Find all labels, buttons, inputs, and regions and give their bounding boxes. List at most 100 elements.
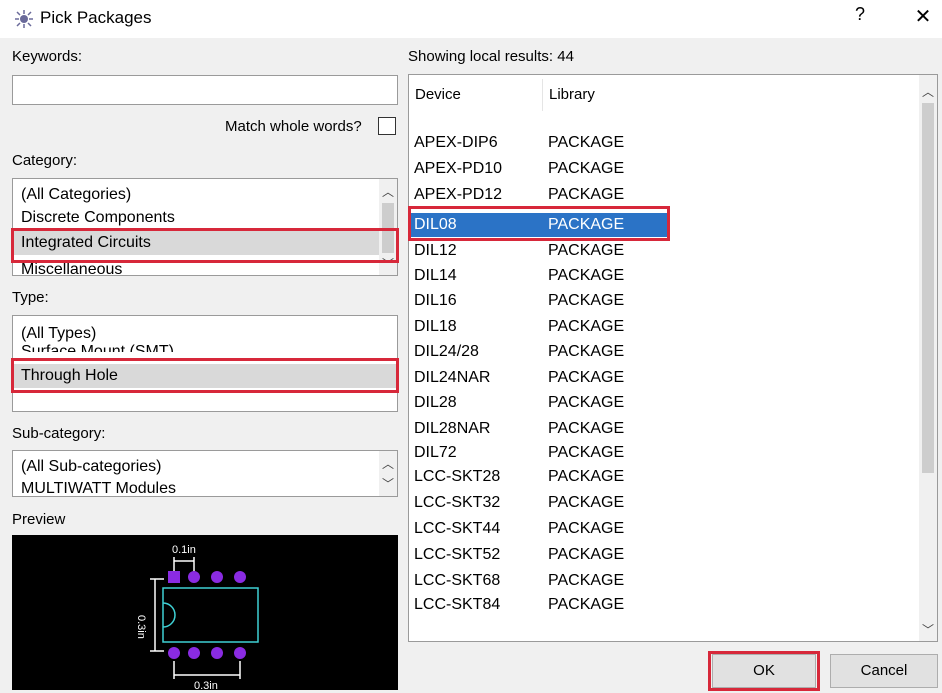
match-whole-words-checkbox[interactable] (378, 117, 396, 135)
help-button[interactable]: ? (848, 4, 872, 25)
library-cell: PACKAGE (548, 572, 625, 589)
category-item-selected[interactable]: Integrated Circuits (13, 231, 379, 255)
scroll-down-icon[interactable]: ﹀ (379, 475, 397, 492)
device-cell: DIL12 (414, 242, 457, 259)
library-cell: PACKAGE (548, 546, 625, 563)
library-cell: PACKAGE (548, 318, 625, 335)
library-cell: PACKAGE (548, 216, 625, 233)
result-row[interactable]: LCC-SKT68 PACKAGE (409, 569, 669, 593)
pad (211, 647, 223, 659)
library-cell: PACKAGE (548, 186, 625, 203)
result-row[interactable]: DIL72 PACKAGE (409, 441, 669, 465)
pad (168, 647, 180, 659)
result-row[interactable]: DIL28 PACKAGE (409, 391, 669, 415)
scroll-up-icon[interactable]: ︿ (919, 83, 937, 100)
subcategory-scrollbar[interactable]: ︿ ﹀ (379, 451, 397, 496)
result-row[interactable]: DIL24NAR PACKAGE (409, 366, 669, 390)
library-cell: PACKAGE (548, 242, 625, 259)
category-scrollbar[interactable]: ︿ ﹀ (379, 179, 397, 275)
result-row[interactable]: LCC-SKT32 PACKAGE (409, 491, 669, 515)
preview-canvas: 0.1in 0.3in 0.3in (12, 535, 398, 690)
device-cell: DIL28NAR (414, 420, 491, 437)
device-cell: DIL28 (414, 394, 457, 411)
device-cell: LCC-SKT32 (414, 494, 501, 511)
type-item-selected[interactable]: Through Hole (13, 364, 397, 388)
library-cell: PACKAGE (548, 292, 625, 309)
pad (168, 571, 180, 583)
pad (188, 571, 200, 583)
result-row[interactable]: DIL28NAR PACKAGE (409, 417, 669, 441)
category-item[interactable]: Discrete Components (21, 206, 175, 230)
category-list[interactable]: (All Categories) Discrete Components Int… (12, 178, 398, 276)
device-cell: DIL24NAR (414, 369, 491, 386)
device-cell: LCC-SKT68 (414, 572, 501, 589)
type-item[interactable]: Surface Mount (SMT) (21, 340, 174, 352)
result-row[interactable]: DIL16 PACKAGE (409, 289, 669, 313)
result-row[interactable]: DIL12 PACKAGE (409, 239, 669, 263)
keywords-input[interactable] (12, 75, 398, 105)
scroll-down-icon[interactable]: ﹀ (379, 255, 397, 272)
library-cell: PACKAGE (548, 596, 625, 613)
scroll-thumb[interactable] (922, 103, 934, 473)
dim-bottom-text: 0.3in (194, 680, 218, 690)
device-cell: LCC-SKT44 (414, 520, 501, 537)
device-cell: APEX-PD12 (414, 186, 503, 203)
subcategory-item[interactable]: MULTIWATT Modules (21, 477, 176, 496)
result-row[interactable]: APEX-DIP6 PACKAGE (409, 131, 669, 155)
type-list[interactable]: (All Types) Surface Mount (SMT) Through … (12, 315, 398, 412)
result-row[interactable]: DIL18 PACKAGE (409, 315, 669, 339)
scroll-thumb[interactable] (382, 203, 394, 253)
package-preview-drawing: 0.1in 0.3in 0.3in (135, 544, 259, 690)
result-row[interactable]: APEX-PD10 PACKAGE (409, 157, 669, 181)
result-row-selected[interactable]: DIL08 PACKAGE (409, 213, 669, 237)
category-item[interactable]: (All Categories) (21, 183, 131, 207)
pin1-notch (162, 602, 176, 628)
device-cell: LCC-SKT84 (414, 596, 501, 613)
category-item[interactable]: Miscellaneous (21, 258, 122, 275)
type-label: Type: (12, 289, 49, 306)
column-library[interactable]: Library (549, 86, 595, 103)
results-list[interactable]: Device Library APEX-DIP6 PACKAGE APEX-PD10… (408, 74, 938, 642)
device-cell: APEX-PD10 (414, 160, 503, 177)
dim-side-text: 0.3in (135, 615, 147, 639)
library-cell: PACKAGE (548, 494, 625, 511)
window-title: Pick Packages (40, 8, 152, 27)
library-cell: PACKAGE (548, 267, 625, 284)
ok-button[interactable]: OK (712, 654, 816, 688)
scroll-up-icon[interactable]: ︿ (379, 183, 397, 200)
subcategory-label: Sub-category: (12, 425, 106, 442)
results-count: Showing local results: 44 (408, 48, 574, 65)
library-cell: PACKAGE (548, 134, 625, 151)
column-device[interactable]: Device (415, 86, 461, 103)
library-cell: PACKAGE (548, 520, 625, 537)
result-row[interactable]: DIL14 PACKAGE (409, 264, 669, 288)
pad (211, 571, 223, 583)
result-row[interactable]: DIL24/28 PACKAGE (409, 340, 669, 364)
result-row[interactable]: LCC-SKT52 PACKAGE (409, 543, 669, 567)
preview-label: Preview (12, 511, 66, 528)
result-row[interactable]: LCC-SKT44 PACKAGE (409, 517, 669, 541)
library-cell: PACKAGE (548, 468, 625, 485)
result-row[interactable]: APEX-PD12 PACKAGE (409, 183, 669, 207)
subcategory-item[interactable]: (All Sub-categories) (21, 455, 162, 479)
close-button[interactable]: ✕ (910, 4, 936, 29)
result-row[interactable]: LCC-SKT84 PACKAGE (409, 593, 669, 617)
library-cell: PACKAGE (548, 444, 625, 461)
scroll-up-icon[interactable]: ︿ (379, 455, 397, 472)
device-cell: LCC-SKT28 (414, 468, 501, 485)
pad (234, 647, 246, 659)
pad (234, 571, 246, 583)
keywords-label: Keywords: (12, 48, 83, 65)
results-scrollbar[interactable]: ︿ ﹀ (919, 75, 937, 641)
scroll-down-icon[interactable]: ﹀ (919, 621, 937, 638)
app-icon (15, 10, 33, 28)
category-label: Category: (12, 152, 78, 169)
result-row[interactable]: LCC-SKT28 PACKAGE (409, 465, 669, 489)
package-outline (162, 587, 259, 643)
title-bar: Pick Packages ? ✕ (0, 0, 942, 38)
library-cell: PACKAGE (548, 394, 625, 411)
library-cell: PACKAGE (548, 420, 625, 437)
library-cell: PACKAGE (548, 160, 625, 177)
cancel-button[interactable]: Cancel (830, 654, 938, 688)
subcategory-list[interactable]: (All Sub-categories) MULTIWATT Modules ︿… (12, 450, 398, 497)
